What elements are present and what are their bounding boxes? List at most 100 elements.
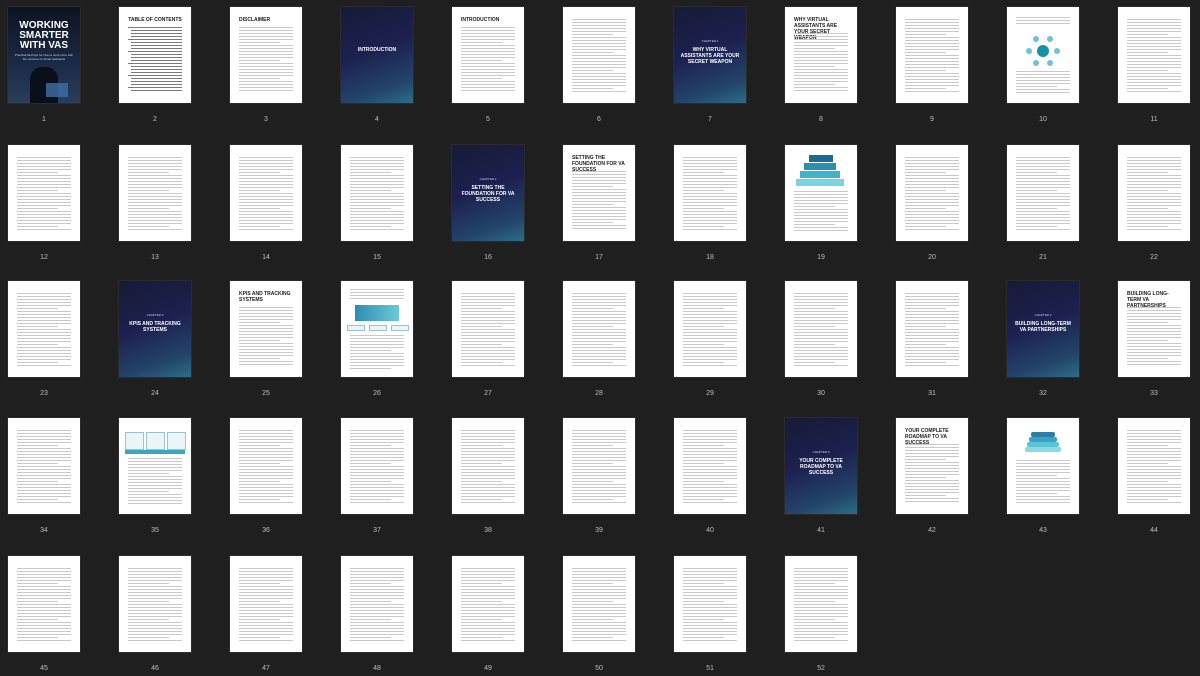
page-thumbnail[interactable]: 26	[341, 281, 413, 397]
page-preview[interactable]	[563, 556, 635, 652]
page-preview[interactable]	[563, 7, 635, 103]
page-thumbnail[interactable]: CHAPTER 5 YOUR COMPLETE ROADMAP TO VA SUC…	[785, 418, 857, 534]
page-thumbnail[interactable]: 40	[674, 418, 746, 534]
page-thumbnail[interactable]: 13	[119, 145, 191, 261]
page-preview[interactable]	[230, 145, 302, 241]
page-preview[interactable]	[674, 556, 746, 652]
page-thumbnail[interactable]: 19	[785, 145, 857, 261]
page-preview[interactable]: CHAPTER 5 YOUR COMPLETE ROADMAP TO VA SUC…	[785, 418, 857, 514]
page-preview[interactable]	[119, 418, 191, 514]
page-thumbnail[interactable]: 27	[452, 281, 524, 397]
page-thumbnail[interactable]: SETTING THE FOUNDATION FOR VA SUCCESS 17	[563, 145, 635, 261]
page-thumbnail[interactable]: 14	[230, 145, 302, 261]
page-thumbnail[interactable]: 22	[1118, 145, 1190, 261]
page-preview[interactable]	[1118, 7, 1190, 103]
page-thumbnail[interactable]: BUILDING LONG-TERM VA PARTNERSHIPS 33	[1118, 281, 1190, 397]
page-preview[interactable]	[341, 556, 413, 652]
page-preview[interactable]	[674, 145, 746, 241]
page-preview[interactable]: INTRODUCTION	[341, 7, 413, 103]
page-preview[interactable]	[8, 145, 80, 241]
page-preview[interactable]	[785, 145, 857, 241]
page-thumbnail[interactable]: INTRODUCTION 5	[452, 7, 524, 123]
page-preview[interactable]	[785, 556, 857, 652]
page-thumbnail[interactable]: 11	[1118, 7, 1190, 123]
page-preview[interactable]	[896, 145, 968, 241]
page-preview[interactable]	[674, 281, 746, 377]
page-thumbnail[interactable]: 49	[452, 556, 524, 672]
page-thumbnail[interactable]: 50	[563, 556, 635, 672]
page-preview[interactable]	[452, 418, 524, 514]
page-preview[interactable]	[341, 418, 413, 514]
page-preview[interactable]	[563, 418, 635, 514]
page-thumbnail[interactable]: 34	[8, 418, 80, 534]
page-thumbnail[interactable]: WORKING SMARTER WITH VAS Practical field …	[8, 7, 80, 123]
page-preview[interactable]	[1118, 418, 1190, 514]
page-thumbnail[interactable]: 39	[563, 418, 635, 534]
page-thumbnail[interactable]: 46	[119, 556, 191, 672]
page-thumbnail[interactable]: WHY VIRTUAL ASSISTANTS ARE YOUR SECRET W…	[785, 7, 857, 123]
page-preview[interactable]	[1007, 7, 1079, 103]
page-preview[interactable]	[230, 418, 302, 514]
page-thumbnail[interactable]: 35	[119, 418, 191, 534]
page-thumbnail[interactable]: 9	[896, 7, 968, 123]
page-thumbnail[interactable]: 52	[785, 556, 857, 672]
page-thumbnail[interactable]: 15	[341, 145, 413, 261]
page-thumbnail[interactable]: 10	[1007, 7, 1079, 123]
page-preview[interactable]	[452, 281, 524, 377]
page-preview[interactable]	[1118, 145, 1190, 241]
page-thumbnail[interactable]: INTRODUCTION 4	[341, 7, 413, 123]
page-thumbnail[interactable]: 51	[674, 556, 746, 672]
page-thumbnail[interactable]: 48	[341, 556, 413, 672]
page-thumbnail[interactable]: 20	[896, 145, 968, 261]
page-preview[interactable]	[119, 556, 191, 652]
page-thumbnail[interactable]: CHAPTER 1 WHY VIRTUAL ASSISTANTS ARE YOUR…	[674, 7, 746, 123]
page-preview[interactable]	[119, 145, 191, 241]
page-preview[interactable]	[8, 556, 80, 652]
page-preview[interactable]: KPIS AND TRACKING SYSTEMS	[230, 281, 302, 377]
page-preview[interactable]	[896, 281, 968, 377]
page-thumbnail[interactable]: 18	[674, 145, 746, 261]
page-thumbnail[interactable]: 29	[674, 281, 746, 397]
page-thumbnail[interactable]: CHAPTER 3 KPIS AND TRACKING SYSTEMS 24	[119, 281, 191, 397]
page-preview[interactable]	[341, 145, 413, 241]
page-preview[interactable]: CHAPTER 2 SETTING THE FOUNDATION FOR VA S…	[452, 145, 524, 241]
page-thumbnail[interactable]: 47	[230, 556, 302, 672]
page-thumbnail[interactable]: CHAPTER 4 BUILDING LONG-TERM VA PARTNERSH…	[1007, 281, 1079, 397]
page-preview[interactable]: DISCLAIMER	[230, 7, 302, 103]
page-preview[interactable]	[452, 556, 524, 652]
page-preview[interactable]: YOUR COMPLETE ROADMAP TO VA SUCCESS	[896, 418, 968, 514]
page-preview[interactable]: CHAPTER 3 KPIS AND TRACKING SYSTEMS	[119, 281, 191, 377]
page-thumbnail[interactable]: 23	[8, 281, 80, 397]
page-thumbnail[interactable]: 38	[452, 418, 524, 534]
page-preview[interactable]	[563, 281, 635, 377]
page-thumbnail[interactable]: 37	[341, 418, 413, 534]
page-thumbnail[interactable]: 12	[8, 145, 80, 261]
page-preview[interactable]: CHAPTER 4 BUILDING LONG-TERM VA PARTNERSH…	[1007, 281, 1079, 377]
page-preview[interactable]: BUILDING LONG-TERM VA PARTNERSHIPS	[1118, 281, 1190, 377]
page-thumbnail[interactable]: 28	[563, 281, 635, 397]
page-thumbnail[interactable]: 43	[1007, 418, 1079, 534]
page-preview[interactable]: TABLE OF CONTENTS	[119, 7, 191, 103]
page-thumbnail[interactable]: 30	[785, 281, 857, 397]
page-preview[interactable]: CHAPTER 1 WHY VIRTUAL ASSISTANTS ARE YOUR…	[674, 7, 746, 103]
page-preview[interactable]	[230, 556, 302, 652]
page-preview[interactable]	[1007, 145, 1079, 241]
page-preview[interactable]	[341, 281, 413, 377]
page-thumbnail[interactable]: 44	[1118, 418, 1190, 534]
page-preview[interactable]: SETTING THE FOUNDATION FOR VA SUCCESS	[563, 145, 635, 241]
page-preview[interactable]	[8, 281, 80, 377]
page-preview[interactable]: WORKING SMARTER WITH VAS Practical field …	[8, 7, 80, 103]
page-thumbnail[interactable]: CHAPTER 2 SETTING THE FOUNDATION FOR VA S…	[452, 145, 524, 261]
page-preview[interactable]: INTRODUCTION	[452, 7, 524, 103]
page-preview[interactable]	[8, 418, 80, 514]
page-thumbnail[interactable]: 31	[896, 281, 968, 397]
page-thumbnail[interactable]: 36	[230, 418, 302, 534]
page-thumbnail[interactable]: 45	[8, 556, 80, 672]
page-preview[interactable]	[896, 7, 968, 103]
page-preview[interactable]	[674, 418, 746, 514]
page-thumbnail[interactable]: TABLE OF CONTENTS 2	[119, 7, 191, 123]
page-thumbnail[interactable]: 21	[1007, 145, 1079, 261]
page-preview[interactable]	[1007, 418, 1079, 514]
page-preview[interactable]	[785, 281, 857, 377]
page-thumbnail[interactable]: YOUR COMPLETE ROADMAP TO VA SUCCESS 42	[896, 418, 968, 534]
